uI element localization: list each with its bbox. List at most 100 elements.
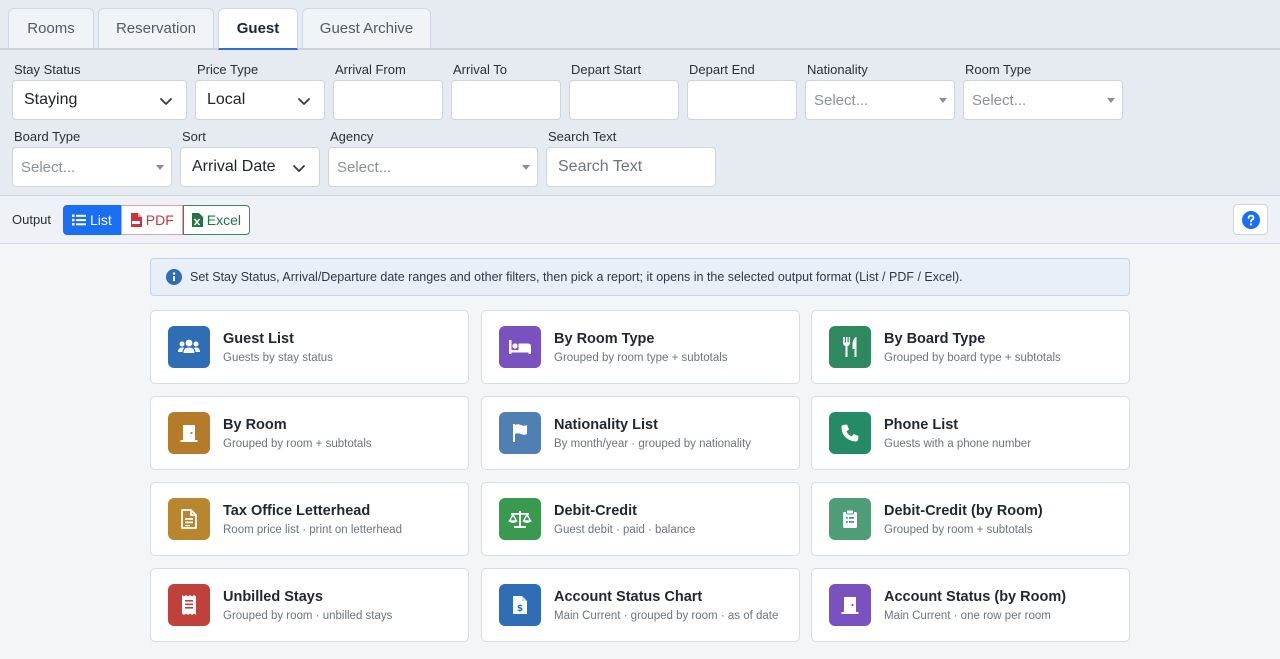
- output-excel-button[interactable]: Excel: [182, 205, 251, 235]
- tab-bar: Rooms Reservation Guest Guest Archive: [0, 0, 1280, 50]
- sort-value: Arrival Date: [192, 158, 276, 175]
- stay-status-value: Staying: [24, 91, 78, 108]
- report-subtitle: Grouped by room + subtotals: [223, 438, 372, 450]
- report-title: Account Status Chart: [554, 589, 703, 605]
- caret-down-icon: [156, 165, 164, 170]
- report-title: By Room: [223, 417, 287, 433]
- report-title: By Board Type: [884, 331, 986, 347]
- sort-select[interactable]: Arrival Date: [180, 147, 320, 187]
- output-label: Output: [12, 212, 52, 227]
- depart-start-input[interactable]: [569, 80, 679, 120]
- depart-end-input[interactable]: [687, 80, 797, 120]
- help-button[interactable]: [1233, 204, 1268, 235]
- arrival-from-label: Arrival From: [335, 62, 406, 77]
- file-pdf-icon: [130, 213, 142, 227]
- report-title: By Room Type: [554, 331, 655, 347]
- caret-down-icon: [939, 98, 947, 103]
- file-excel-icon: [191, 213, 203, 227]
- report-title: Debit-Credit (by Room): [884, 503, 1043, 519]
- caret-down-icon: [522, 165, 530, 170]
- report-title: Nationality List: [554, 417, 658, 433]
- report-card[interactable]: Tax Office Letterhead Room price list · p…: [150, 482, 469, 556]
- svg-text:$: $: [517, 604, 523, 614]
- info-circle-icon: [166, 269, 182, 285]
- output-pdf-label: PDF: [145, 212, 174, 228]
- report-subtitle: Grouped by room type + subtotals: [554, 352, 728, 364]
- report-subtitle: Guests with a phone number: [884, 438, 1032, 450]
- search-text-input[interactable]: Search Text: [546, 147, 716, 187]
- nationality-placeholder: Select...: [814, 91, 869, 109]
- receipt-icon: [168, 584, 210, 626]
- output-list-button[interactable]: List: [63, 205, 121, 235]
- price-type-label: Price Type: [197, 62, 259, 77]
- agency-placeholder: Select...: [337, 158, 392, 176]
- report-subtitle: Main Current · one row per room: [884, 610, 1051, 622]
- agency-label: Agency: [330, 129, 374, 144]
- report-card[interactable]: Debit-Credit Guest debit · paid · balance: [481, 482, 800, 556]
- report-subtitle: Room price list · print on letterhead: [223, 524, 402, 536]
- agency-select[interactable]: Select...: [328, 147, 538, 187]
- info-text: Set Stay Status, Arrival/Departure date …: [190, 270, 963, 284]
- chevron-down-icon: [293, 165, 305, 172]
- report-card[interactable]: Guest List Guests by stay status: [150, 310, 469, 384]
- output-pdf-button[interactable]: PDF: [120, 205, 183, 235]
- report-card[interactable]: Phone List Guests with a phone number: [811, 396, 1130, 470]
- phone-icon: [829, 412, 871, 454]
- search-text-label: Search Text: [548, 129, 617, 144]
- report-subtitle: By month/year · grouped by nationality: [554, 438, 751, 450]
- arrival-to-input[interactable]: [451, 80, 561, 120]
- report-title: Tax Office Letterhead: [223, 503, 371, 519]
- board-type-placeholder: Select...: [21, 158, 76, 176]
- report-title: Debit-Credit: [554, 503, 637, 519]
- door-icon: [168, 412, 210, 454]
- file-lines-icon: [168, 498, 210, 540]
- door-open-icon: [829, 584, 871, 626]
- report-title: Guest List: [223, 331, 294, 347]
- report-card[interactable]: By Room Type Grouped by room type + subto…: [481, 310, 800, 384]
- search-text-placeholder: Search Text: [558, 158, 643, 175]
- price-type-value: Local: [207, 91, 246, 108]
- arrival-to-label: Arrival To: [453, 62, 507, 77]
- report-card[interactable]: Account Status (by Room) Main Current · o…: [811, 568, 1130, 642]
- report-card[interactable]: $ Account Status Chart Main Current · grou…: [481, 568, 800, 642]
- stay-status-label: Stay Status: [14, 62, 81, 77]
- filter-panel: Stay Status Price Type Arrival From Arri…: [0, 50, 1280, 196]
- room-type-placeholder: Select...: [972, 91, 1027, 109]
- report-card[interactable]: By Board Type Grouped by board type + sub…: [811, 310, 1130, 384]
- file-dollar-icon: $: [499, 584, 541, 626]
- report-subtitle: Main Current · grouped by room · as of d…: [554, 610, 779, 622]
- report-card[interactable]: Debit-Credit (by Room) Grouped by room + …: [811, 482, 1130, 556]
- chevron-down-icon: [298, 98, 310, 105]
- arrival-from-input[interactable]: [333, 80, 443, 120]
- report-card[interactable]: By Room Grouped by room + subtotals: [150, 396, 469, 470]
- nationality-label: Nationality: [807, 62, 868, 77]
- tab-guest-archive[interactable]: Guest Archive: [302, 8, 431, 48]
- report-title: Phone List: [884, 417, 959, 433]
- board-type-label: Board Type: [14, 129, 81, 144]
- utensils-icon: [829, 326, 871, 368]
- nationality-select[interactable]: Select...: [805, 80, 955, 120]
- output-bar: Output List PDF Excel: [0, 196, 1280, 244]
- stay-status-select[interactable]: Staying: [12, 80, 187, 120]
- board-type-select[interactable]: Select...: [12, 147, 172, 187]
- depart-start-label: Depart Start: [571, 62, 642, 77]
- report-subtitle: Grouped by room + subtotals: [884, 524, 1033, 536]
- price-type-select[interactable]: Local: [195, 80, 325, 120]
- tab-reservation[interactable]: Reservation: [98, 8, 214, 48]
- caret-down-icon: [1107, 98, 1115, 103]
- report-subtitle: Grouped by room · unbilled stays: [223, 610, 393, 622]
- tab-guest[interactable]: Guest: [218, 8, 298, 50]
- report-card[interactable]: Nationality List By month/year · grouped …: [481, 396, 800, 470]
- room-type-label: Room Type: [965, 62, 1032, 77]
- room-type-select[interactable]: Select...: [963, 80, 1123, 120]
- output-format-group: List PDF Excel: [63, 205, 251, 235]
- bed-icon: [499, 326, 541, 368]
- output-list-label: List: [90, 212, 112, 228]
- report-subtitle: Guests by stay status: [223, 352, 333, 364]
- tab-rooms[interactable]: Rooms: [8, 8, 94, 48]
- users-icon: [168, 326, 210, 368]
- report-card[interactable]: Unbilled Stays Grouped by room · unbilled…: [150, 568, 469, 642]
- scale-icon: [499, 498, 541, 540]
- depart-end-label: Depart End: [689, 62, 755, 77]
- report-subtitle: Guest debit · paid · balance: [554, 524, 696, 536]
